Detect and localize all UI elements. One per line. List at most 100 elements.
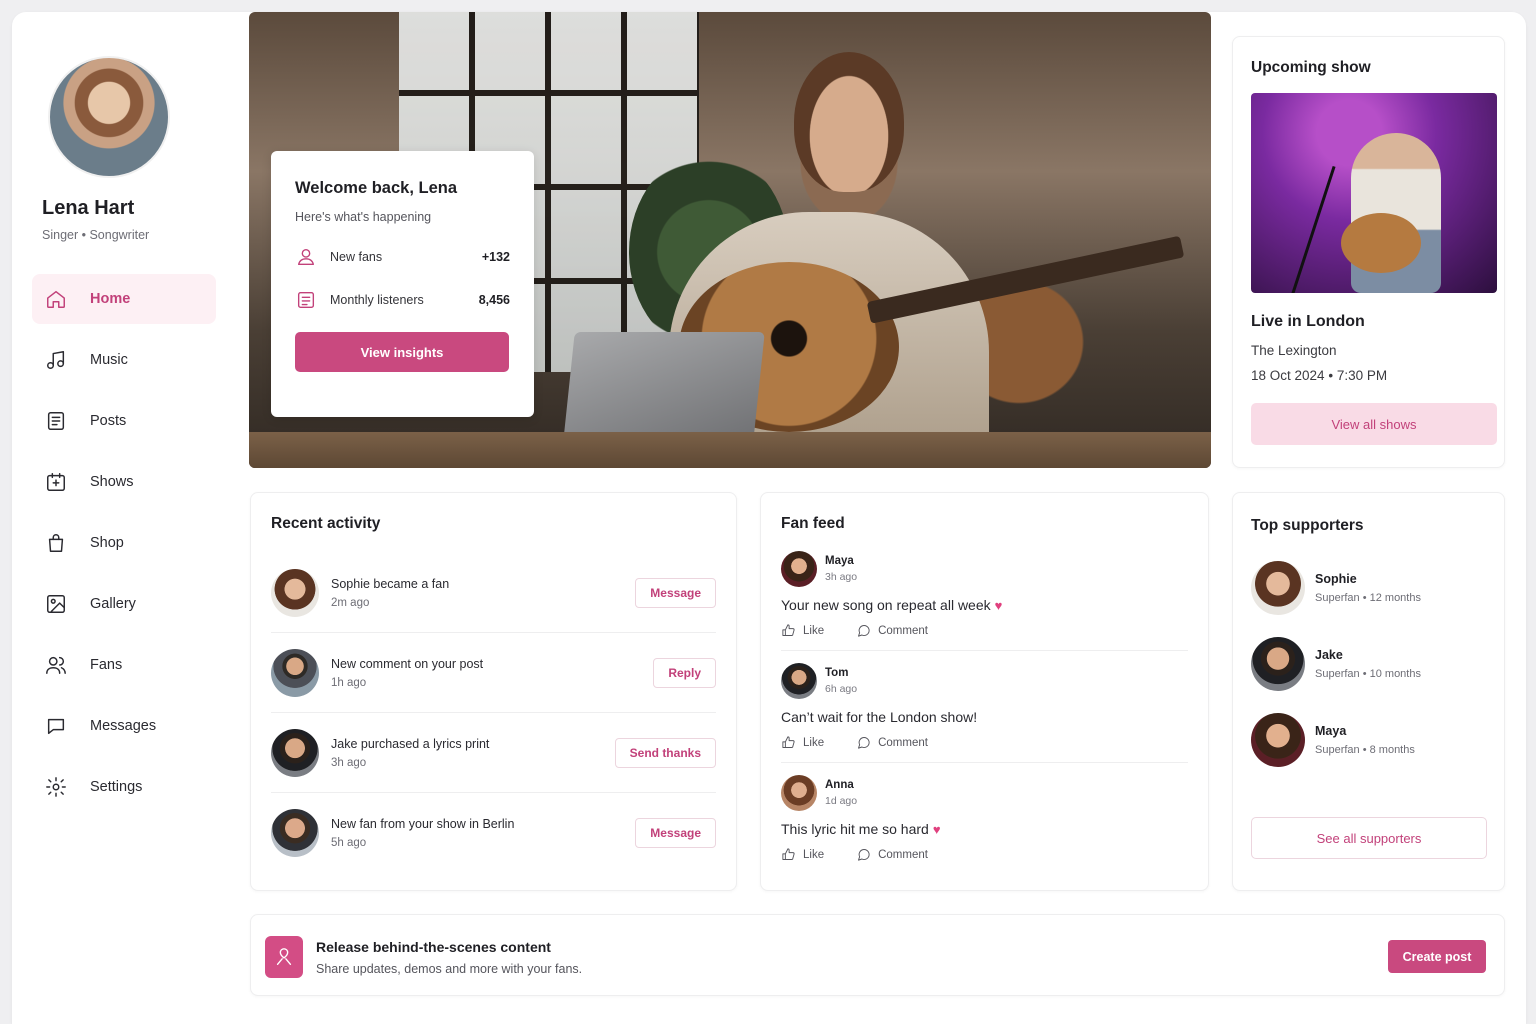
avatar[interactable] — [271, 568, 319, 617]
list-item[interactable]: Sophie Superfan • 12 months — [1251, 561, 1486, 615]
avatar[interactable] — [271, 728, 319, 777]
hero-table-shape — [249, 432, 1211, 468]
avatar[interactable] — [1251, 713, 1305, 767]
show-date: 18 Oct 2024 — [1251, 368, 1325, 383]
post-author: Anna — [825, 779, 854, 791]
comment-button[interactable]: Comment — [856, 623, 928, 638]
music-note-icon — [44, 348, 68, 372]
sidebar-item-label: Gallery — [90, 596, 136, 612]
fans-icon — [295, 246, 317, 268]
release-content-banner: Release behind-the-scenes content Share … — [250, 914, 1505, 996]
sidebar-item-label: Posts — [90, 413, 127, 429]
show-title: Live in London — [1251, 313, 1365, 330]
message-button[interactable]: Message — [635, 577, 716, 608]
heart-icon: ♥ — [994, 597, 1003, 613]
users-icon — [44, 653, 68, 677]
like-button[interactable]: Like — [781, 735, 824, 750]
sidebar-item-shop[interactable]: Shop — [32, 518, 216, 568]
activity-list: Sophie became a fan 2m ago Message New c… — [271, 553, 716, 873]
view-insights-button[interactable]: View insights — [295, 332, 509, 372]
avatar[interactable] — [781, 551, 817, 587]
avatar[interactable] — [271, 648, 319, 697]
see-all-supporters-button[interactable]: See all supporters — [1251, 817, 1487, 859]
sidebar-item-home[interactable]: Home — [32, 274, 216, 324]
stat-label: New fans — [330, 250, 383, 264]
like-button[interactable]: Like — [781, 623, 824, 638]
list-item[interactable]: Jake Superfan • 10 months — [1251, 637, 1486, 691]
fan-feed-card: Fan feed Maya 3h ago Your new song on re… — [760, 492, 1209, 891]
post-time: 6h ago — [825, 683, 858, 695]
post-time: 3h ago — [825, 571, 858, 583]
welcome-subtitle: Here's what's happening — [295, 210, 432, 224]
show-time: 7:30 PM — [1336, 368, 1388, 383]
activity-text: New fan from your show in Berlin — [331, 817, 515, 831]
behind-the-scenes-icon — [265, 936, 303, 978]
supporter-name: Maya — [1315, 724, 1347, 738]
message-button[interactable]: Message — [635, 818, 716, 848]
like-label: Like — [803, 624, 825, 637]
sidebar-item-label: Shop — [90, 535, 124, 551]
sidebar-item-settings[interactable]: Settings — [32, 762, 216, 812]
profile-avatar[interactable] — [48, 56, 170, 178]
mic-stand-shape — [1289, 165, 1336, 293]
list-item: New comment on your post 1h ago Reply — [271, 633, 716, 713]
view-all-shows-button[interactable]: View all shows — [1251, 403, 1497, 445]
activity-time: 5h ago — [331, 837, 367, 849]
sidebar-item-fans[interactable]: Fans — [32, 640, 216, 690]
list-item[interactable]: Maya Superfan • 8 months — [1251, 713, 1486, 767]
like-button[interactable]: Like — [781, 847, 824, 862]
welcome-title: Welcome back, Lena — [295, 179, 458, 197]
feed-post: Maya 3h ago Your new song on repeat all … — [781, 551, 1188, 651]
upcoming-show-card: Upcoming show Live in London The Lexingt… — [1232, 36, 1505, 468]
recent-activity-heading: Recent activity — [271, 515, 381, 532]
sidebar-item-gallery[interactable]: Gallery — [32, 579, 216, 629]
top-supporters-heading: Top supporters — [1251, 517, 1364, 534]
sidebar-item-music[interactable]: Music — [32, 335, 216, 385]
top-supporters-card: Top supporters Sophie Superfan • 12 mont… — [1232, 492, 1505, 891]
post-text: Your new song on repeat all week — [781, 597, 991, 613]
calendar-icon — [44, 470, 68, 494]
banner-subtitle: Share updates, demos and more with your … — [316, 962, 583, 976]
document-icon — [44, 409, 68, 433]
sidebar-item-label: Messages — [90, 718, 157, 734]
stat-value: 8,456 — [478, 293, 510, 307]
hero-laptop-shape — [563, 332, 765, 442]
sidebar-item-posts[interactable]: Posts — [32, 396, 216, 446]
sidebar-item-shows[interactable]: Shows — [32, 457, 216, 507]
stat-label: Monthly listeners — [330, 293, 424, 307]
show-photo[interactable] — [1251, 93, 1497, 293]
reply-button[interactable]: Reply — [653, 657, 716, 688]
sidebar-item-label: Shows — [90, 474, 134, 490]
sidebar-item-label: Music — [90, 352, 128, 368]
supporter-detail: Superfan • 10 months — [1315, 668, 1421, 680]
send-thanks-button[interactable]: Send thanks — [614, 737, 716, 768]
sidebar-item-label: Home — [90, 291, 131, 307]
home-icon — [44, 287, 68, 311]
avatar[interactable] — [781, 663, 817, 699]
app-window: Lena Hart Singer • Songwriter Home Music… — [12, 12, 1526, 1024]
activity-text: Sophie became a fan — [331, 576, 450, 591]
sidebar-item-label: Fans — [90, 657, 123, 673]
stat-new-fans: New fans +132 — [295, 246, 510, 268]
avatar[interactable] — [781, 775, 817, 811]
create-post-button[interactable]: Create post — [1388, 940, 1486, 973]
avatar[interactable] — [1251, 637, 1305, 691]
stat-value: +132 — [481, 250, 510, 264]
hero-head-shape — [794, 52, 904, 192]
comment-label: Comment — [878, 736, 928, 749]
feed-post: Anna 1d ago This lyric hit me so hard ♥ … — [781, 775, 1188, 874]
activity-time: 1h ago — [331, 676, 367, 689]
supporter-detail: Superfan • 8 months — [1315, 744, 1415, 756]
comment-button[interactable]: Comment — [856, 847, 928, 862]
list-item: New fan from your show in Berlin 5h ago … — [271, 793, 716, 873]
feed-post: Tom 6h ago Can’t wait for the London sho… — [781, 663, 1188, 763]
avatar[interactable] — [271, 809, 319, 857]
welcome-card: Welcome back, Lena Here's what's happeni… — [271, 151, 534, 417]
comment-label: Comment — [878, 848, 928, 861]
sidebar-item-label: Settings — [90, 779, 143, 795]
fan-feed-heading: Fan feed — [781, 515, 845, 532]
supporter-name: Jake — [1315, 648, 1343, 662]
sidebar-item-messages[interactable]: Messages — [32, 701, 216, 751]
avatar[interactable] — [1251, 561, 1305, 615]
comment-button[interactable]: Comment — [856, 735, 928, 750]
